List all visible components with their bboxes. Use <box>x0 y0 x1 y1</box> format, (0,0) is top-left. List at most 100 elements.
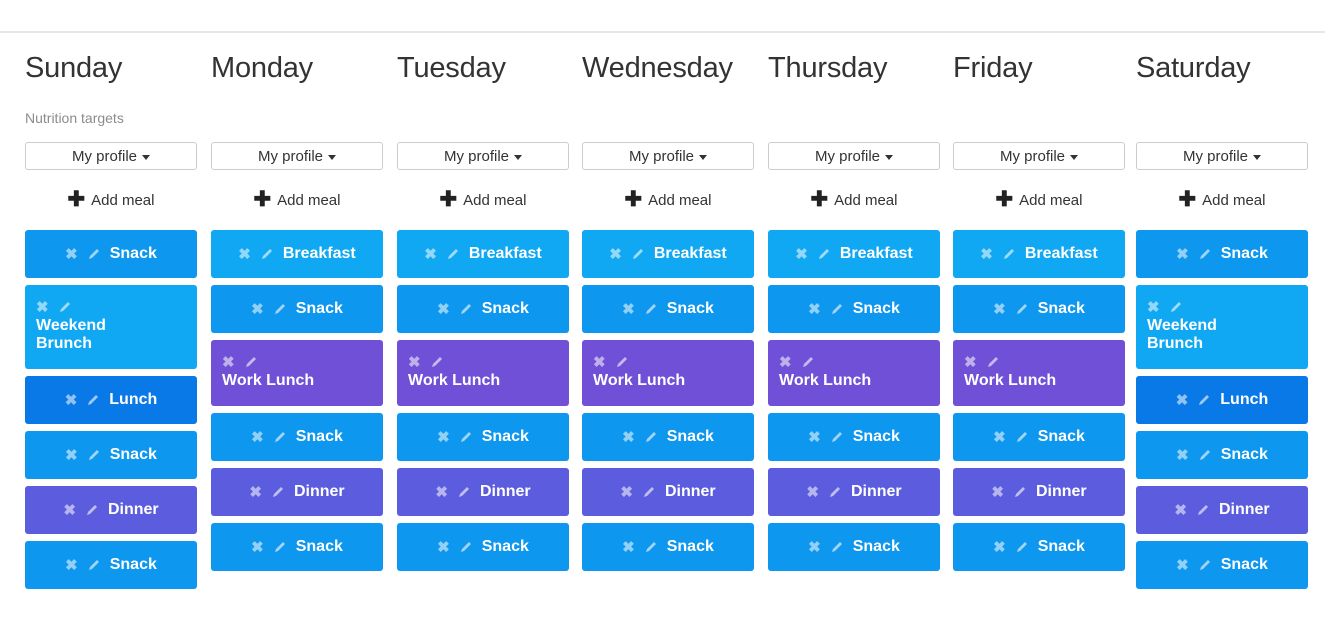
meal-card[interactable]: ✖ Dinner <box>768 468 940 516</box>
meal-card[interactable]: ✖ Snack <box>768 523 940 571</box>
x-icon[interactable]: ✖ <box>622 540 635 555</box>
x-icon[interactable]: ✖ <box>65 448 78 463</box>
meal-card[interactable]: ✖ Snack <box>1136 541 1308 589</box>
pencil-icon[interactable] <box>817 247 831 261</box>
pencil-icon[interactable] <box>830 540 844 554</box>
x-icon[interactable]: ✖ <box>251 540 264 555</box>
x-icon[interactable]: ✖ <box>36 300 49 315</box>
profile-dropdown[interactable]: My profile <box>1136 142 1308 170</box>
x-icon[interactable]: ✖ <box>993 430 1006 445</box>
pencil-icon[interactable] <box>260 247 274 261</box>
x-icon[interactable]: ✖ <box>424 247 437 262</box>
pencil-icon[interactable] <box>1198 247 1212 261</box>
x-icon[interactable]: ✖ <box>238 247 251 262</box>
pencil-icon[interactable] <box>459 302 473 316</box>
profile-dropdown[interactable]: My profile <box>211 142 383 170</box>
pencil-icon[interactable] <box>830 302 844 316</box>
pencil-icon[interactable] <box>1169 300 1183 314</box>
pencil-icon[interactable] <box>828 485 842 499</box>
add-meal-button[interactable]: ✚ Add meal <box>1136 188 1308 212</box>
x-icon[interactable]: ✖ <box>622 430 635 445</box>
x-icon[interactable]: ✖ <box>1174 503 1187 518</box>
pencil-icon[interactable] <box>644 540 658 554</box>
x-icon[interactable]: ✖ <box>993 302 1006 317</box>
pencil-icon[interactable] <box>457 485 471 499</box>
meal-card[interactable]: ✖ Snack <box>211 413 383 461</box>
meal-card[interactable]: ✖ Snack <box>25 230 197 278</box>
meal-card[interactable]: ✖ Snack <box>582 285 754 333</box>
x-icon[interactable]: ✖ <box>795 247 808 262</box>
meal-card[interactable]: ✖ Dinner <box>211 468 383 516</box>
meal-card[interactable]: ✖ Snack <box>211 285 383 333</box>
pencil-icon[interactable] <box>631 247 645 261</box>
meal-card[interactable]: ✖ Dinner <box>1136 486 1308 534</box>
pencil-icon[interactable] <box>1196 503 1210 517</box>
meal-card[interactable]: ✖ Snack <box>953 523 1125 571</box>
x-icon[interactable]: ✖ <box>251 430 264 445</box>
pencil-icon[interactable] <box>1198 558 1212 572</box>
x-icon[interactable]: ✖ <box>1176 558 1189 573</box>
add-meal-button[interactable]: ✚ Add meal <box>768 188 940 212</box>
meal-card[interactable]: ✖ Snack <box>582 523 754 571</box>
pencil-icon[interactable] <box>644 430 658 444</box>
x-icon[interactable]: ✖ <box>609 247 622 262</box>
pencil-icon[interactable] <box>87 558 101 572</box>
meal-card[interactable]: ✖ Breakfast <box>397 230 569 278</box>
meal-card[interactable]: ✖ Dinner <box>953 468 1125 516</box>
meal-card[interactable]: ✖ Snack <box>397 523 569 571</box>
meal-card[interactable]: ✖ Weekend Brunch <box>25 285 197 369</box>
meal-card[interactable]: ✖ Snack <box>25 431 197 479</box>
pencil-icon[interactable] <box>86 393 100 407</box>
meal-card[interactable]: ✖ Snack <box>953 285 1125 333</box>
pencil-icon[interactable] <box>273 302 287 316</box>
pencil-icon[interactable] <box>1015 302 1029 316</box>
pencil-icon[interactable] <box>830 430 844 444</box>
x-icon[interactable]: ✖ <box>808 302 821 317</box>
pencil-icon[interactable] <box>644 302 658 316</box>
profile-dropdown[interactable]: My profile <box>768 142 940 170</box>
meal-card[interactable]: ✖ Snack <box>211 523 383 571</box>
meal-card[interactable]: ✖ Snack <box>1136 230 1308 278</box>
pencil-icon[interactable] <box>1198 448 1212 462</box>
add-meal-button[interactable]: ✚ Add meal <box>397 188 569 212</box>
meal-card[interactable]: ✖ Snack <box>397 413 569 461</box>
pencil-icon[interactable] <box>271 485 285 499</box>
x-icon[interactable]: ✖ <box>437 430 450 445</box>
x-icon[interactable]: ✖ <box>779 355 792 370</box>
meal-card[interactable]: ✖ Work Lunch <box>768 340 940 406</box>
profile-dropdown[interactable]: My profile <box>953 142 1125 170</box>
x-icon[interactable]: ✖ <box>249 485 262 500</box>
pencil-icon[interactable] <box>1015 540 1029 554</box>
meal-card[interactable]: ✖ Snack <box>1136 431 1308 479</box>
x-icon[interactable]: ✖ <box>993 540 1006 555</box>
x-icon[interactable]: ✖ <box>964 355 977 370</box>
add-meal-button[interactable]: ✚ Add meal <box>211 188 383 212</box>
pencil-icon[interactable] <box>430 355 444 369</box>
meal-card[interactable]: ✖ Lunch <box>1136 376 1308 424</box>
pencil-icon[interactable] <box>1002 247 1016 261</box>
meal-card[interactable]: ✖ Breakfast <box>768 230 940 278</box>
meal-card[interactable]: ✖ Work Lunch <box>953 340 1125 406</box>
meal-card[interactable]: ✖ Lunch <box>25 376 197 424</box>
profile-dropdown[interactable]: My profile <box>582 142 754 170</box>
meal-card[interactable]: ✖ Work Lunch <box>582 340 754 406</box>
x-icon[interactable]: ✖ <box>808 540 821 555</box>
meal-card[interactable]: ✖ Dinner <box>25 486 197 534</box>
x-icon[interactable]: ✖ <box>437 302 450 317</box>
meal-card[interactable]: ✖ Snack <box>768 285 940 333</box>
meal-card[interactable]: ✖ Snack <box>582 413 754 461</box>
x-icon[interactable]: ✖ <box>622 302 635 317</box>
meal-card[interactable]: ✖ Dinner <box>397 468 569 516</box>
x-icon[interactable]: ✖ <box>1176 448 1189 463</box>
x-icon[interactable]: ✖ <box>980 247 993 262</box>
pencil-icon[interactable] <box>273 540 287 554</box>
meal-card[interactable]: ✖ Breakfast <box>211 230 383 278</box>
add-meal-button[interactable]: ✚ Add meal <box>25 188 197 212</box>
meal-card[interactable]: ✖ Snack <box>25 541 197 589</box>
meal-card[interactable]: ✖ Breakfast <box>953 230 1125 278</box>
pencil-icon[interactable] <box>642 485 656 499</box>
x-icon[interactable]: ✖ <box>806 485 819 500</box>
meal-card[interactable]: ✖ Snack <box>397 285 569 333</box>
pencil-icon[interactable] <box>273 430 287 444</box>
meal-card[interactable]: ✖ Breakfast <box>582 230 754 278</box>
